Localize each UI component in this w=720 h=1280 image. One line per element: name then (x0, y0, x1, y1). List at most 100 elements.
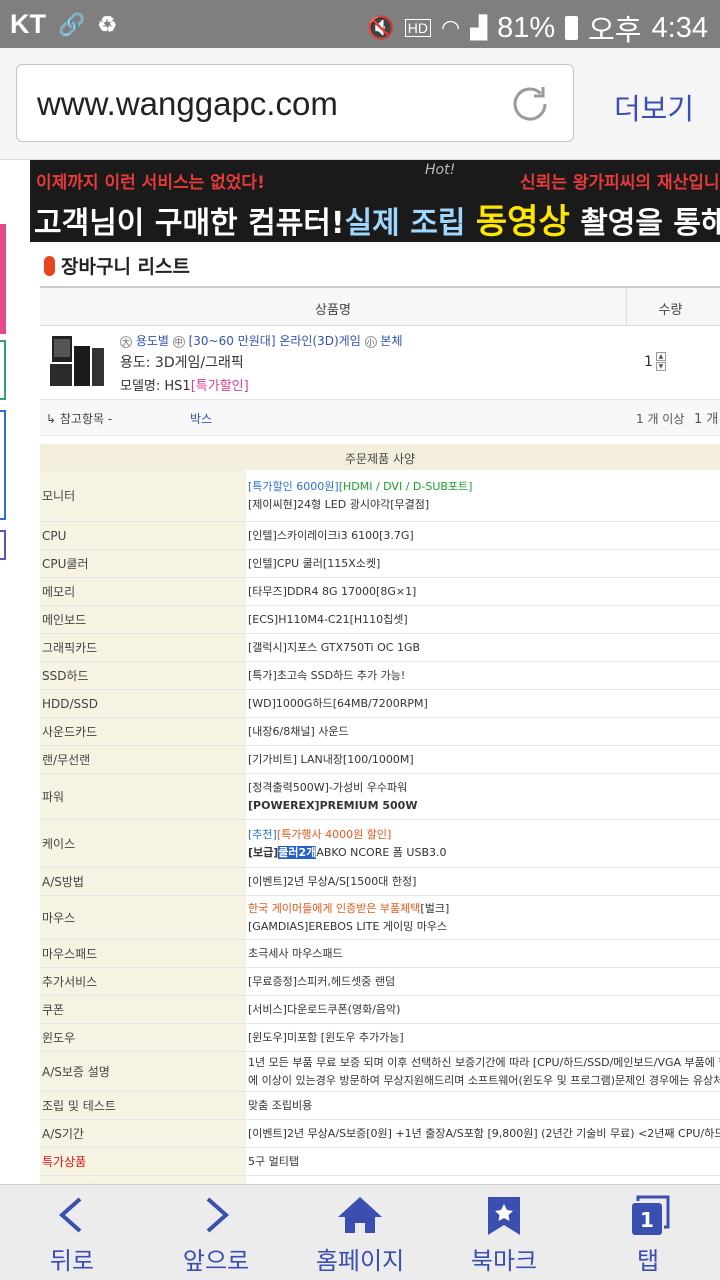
spec-value-line: [서비스]다운로드쿠폰(영화/음악) (248, 1001, 720, 1019)
wifi-icon: ◠ (441, 15, 461, 40)
spec-label: A/S기간 (40, 1120, 246, 1147)
category-tag-medium: 中 (172, 336, 185, 348)
spec-value: [갤럭시]지포스 GTX750Ti OC 1GB (246, 634, 720, 661)
link-icon: 🔗 (58, 11, 86, 37)
spec-value: 한국 게이머들에게 인증받은 부품체택[벌크] [GAMDIAS]EREBOS L… (246, 896, 720, 939)
spec-value-text: [추천] (248, 827, 277, 841)
reference-label-text: 참고항목 - (59, 412, 113, 426)
home-button[interactable]: 홈페이지 (288, 1185, 432, 1280)
side-tab[interactable] (0, 410, 6, 520)
spec-value: C:50% D:50% (246, 1176, 720, 1185)
spec-value-text: ABKO NCORE 폼 USB3.0 (316, 845, 447, 859)
spec-value-text: 맞춤 조립비용 (248, 1098, 313, 1112)
status-bar: KT 🔗 ♻ 🔇 HD ◠ ▟ 81% 오후 4:34 (0, 0, 720, 48)
spec-row: A/S방법 [이벤트]2년 무상A/S[1500대 한정] (40, 868, 720, 896)
spec-value-text: [인텔]CPU 쿨러[115X소켓] (248, 556, 381, 570)
spec-label: 특가상품 (40, 1148, 246, 1175)
spec-row: HDD/SSD [WD]1000G하드[64MB/7200RPM] (40, 690, 720, 718)
spec-value-line: [인텔]스카이레이크i3 6100[3.7G] (248, 527, 720, 545)
tabs-icon: 1 (632, 1195, 670, 1235)
category-link[interactable]: 본체 (380, 334, 402, 348)
spec-value-text: [무료증정]스피커,헤드셋중 랜덤 (248, 974, 396, 988)
spec-value: [서비스]다운로드쿠폰(영화/음악) (246, 996, 720, 1023)
spec-value-line: [특가할인 6000원][HDMI / DVI / D-SUB포트] (248, 478, 720, 496)
back-button[interactable]: 뒤로 (0, 1185, 144, 1280)
spec-row: 파워 [정격출력500W]-가성비 우수파워 [POWEREX]PREMIUM 50… (40, 774, 720, 820)
product-thumbnail[interactable] (50, 332, 108, 392)
reload-icon[interactable] (507, 81, 553, 127)
spec-value-text: [이벤트]2년 무상A/S보증[0원] +1년 출장A/S포함 [9,800원]… (248, 1126, 720, 1140)
bookmark-button[interactable]: 북마크 (432, 1185, 576, 1280)
spec-row: SSD하드 [특가]초고속 SSD하드 추가 가능! (40, 662, 720, 690)
forward-icon (206, 1197, 230, 1233)
category-link[interactable]: [30~60 만원대] 온라인(3D)게임 (189, 334, 361, 348)
spec-label: 메인보드 (40, 606, 246, 633)
spec-value: [특가]초고속 SSD하드 추가 가능! (246, 662, 720, 689)
spec-row: 메모리 [타무즈]DDR4 8G 17000[8G×1] (40, 578, 720, 606)
spec-row: 모니터 [특가할인 6000원][HDMI / DVI / D-SUB포트] [제이… (40, 470, 720, 522)
side-tab[interactable] (0, 530, 6, 560)
spec-value: [인텔]CPU 쿨러[115X소켓] (246, 550, 720, 577)
recycle-icon: ♻ (97, 11, 118, 37)
spec-value-text: [벌크] (420, 901, 450, 915)
model-name: 모델명: HS1 (120, 379, 191, 394)
spec-value-text: [보급] (248, 845, 279, 859)
spec-value: 5구 멀티탭 (246, 1148, 720, 1175)
category-link[interactable]: 용도별 (136, 334, 169, 348)
title-bullet-icon (44, 255, 55, 276)
cart-item-row: 大 용도별 中 [30~60 만원대] 온라인(3D)게임 小 본체 용도: 3… (40, 326, 720, 400)
spec-label: 마우스 (40, 896, 246, 939)
home-icon (338, 1197, 382, 1233)
spec-value-line: 맞춤 조립비용 (248, 1097, 720, 1115)
quantity-stepper[interactable]: 1 ▲ ▼ (644, 352, 666, 371)
spec-value: [추천][특가행사 4000원 할인] [보급]쿨러2개ABKO NCORE 폼 … (246, 820, 720, 867)
spec-row: 조립 및 테스트 맞춤 조립비용 (40, 1092, 720, 1120)
spec-value-line: 한국 게이머들에게 인증받은 부품체택[벌크] (248, 900, 720, 918)
banner-main-c: 촬영을 통해 모두 (580, 206, 720, 241)
qty-up-icon[interactable]: ▲ (655, 352, 666, 361)
spec-value: [타무즈]DDR4 8G 17000[8G×1] (246, 578, 720, 605)
spec-value-line: [갤럭시]지포스 GTX750Ti OC 1GB (248, 639, 720, 657)
clock: 4:34 (651, 11, 708, 44)
side-tab[interactable] (0, 224, 6, 334)
reference-item[interactable]: 박스 (190, 410, 212, 427)
spec-table: 모니터 [특가할인 6000원][HDMI / DVI / D-SUB포트] [제이… (40, 470, 720, 1184)
spec-value: [무료증정]스피커,헤드셋중 랜덤 (246, 968, 720, 995)
spec-value-text: [정격출력500W]-가성비 우수파워 (248, 780, 408, 794)
spec-value-text: [서비스]다운로드쿠폰(영화/음악) (248, 1002, 401, 1016)
url-text[interactable]: www.wanggapc.com (37, 85, 338, 123)
spec-value-text: [HDMI / DVI / D-SUB포트] (338, 479, 473, 493)
spec-value-text: 에 이상이 있는경우 방문하여 무상지원해드리며 소프트웨어(윈도우 및 프로그… (248, 1073, 720, 1087)
spec-value-text: [윈도우]미포함 [윈도우 추가가능] (248, 1030, 404, 1044)
spec-value-line: [WD]1000G하드[64MB/7200RPM] (248, 695, 720, 713)
spec-label: CPU (40, 522, 246, 549)
spec-row: 추가서비스 [무료증정]스피커,헤드셋중 랜덤 (40, 968, 720, 996)
tabs-button[interactable]: 1 탭 (576, 1185, 720, 1280)
spec-value: [WD]1000G하드[64MB/7200RPM] (246, 690, 720, 717)
signal-icon: ▟ (470, 15, 488, 40)
browser-toolbar: www.wanggapc.com 더보기 (0, 48, 720, 160)
more-button[interactable]: 더보기 (614, 86, 694, 128)
web-content: 이제까지 이런 서비스는 없었다! 신뢰는 왕가피씨의 재산입니 Hot! 고객… (0, 160, 720, 1184)
spec-value-line: [GAMDIAS]EREBOS LITE 게이밍 마우스 (248, 918, 720, 936)
spec-value-text: [특가할인 6000원] (248, 479, 339, 493)
address-bar[interactable]: www.wanggapc.com (16, 64, 574, 142)
product-usage: 용도: 3D게임/그래픽 (120, 355, 244, 371)
spec-label: 사운드카드 (40, 718, 246, 745)
home-label: 홈페이지 (315, 1247, 405, 1275)
spec-row: A/S보증 설명 1년 모든 부품 무료 보증 되며 이후 선택하신 보증기간에 … (40, 1052, 720, 1092)
spec-label: A/S보증 설명 (40, 1052, 246, 1091)
side-tab[interactable] (0, 340, 6, 400)
qty-down-icon[interactable]: ▼ (655, 362, 666, 371)
spec-row: 메인보드 [ECS]H110M4-C21[H110칩셋] (40, 606, 720, 634)
hd-icon: HD (404, 19, 431, 37)
banner-main-text: 고객님이 구매한 컴퓨터!실제 조립 동영상 촬영을 통해 모두 (34, 194, 720, 242)
spec-value-text: [갤럭시]지포스 GTX750Ti OC 1GB (248, 640, 421, 654)
promo-banner[interactable]: 이제까지 이런 서비스는 없었다! 신뢰는 왕가피씨의 재산입니 Hot! 고객… (30, 160, 720, 242)
spec-value-text: [인텔]스카이레이크i3 6100[3.7G] (248, 528, 414, 542)
quantity-value: 1 (644, 353, 653, 370)
tab-count: 1 (640, 1208, 654, 1232)
spec-row: 마우스 한국 게이머들에게 인증받은 부품체택[벌크] [GAMDIAS]EREBO… (40, 896, 720, 940)
spec-value-line: [윈도우]미포함 [윈도우 추가가능] (248, 1029, 720, 1047)
forward-button[interactable]: 앞으로 (144, 1185, 288, 1280)
